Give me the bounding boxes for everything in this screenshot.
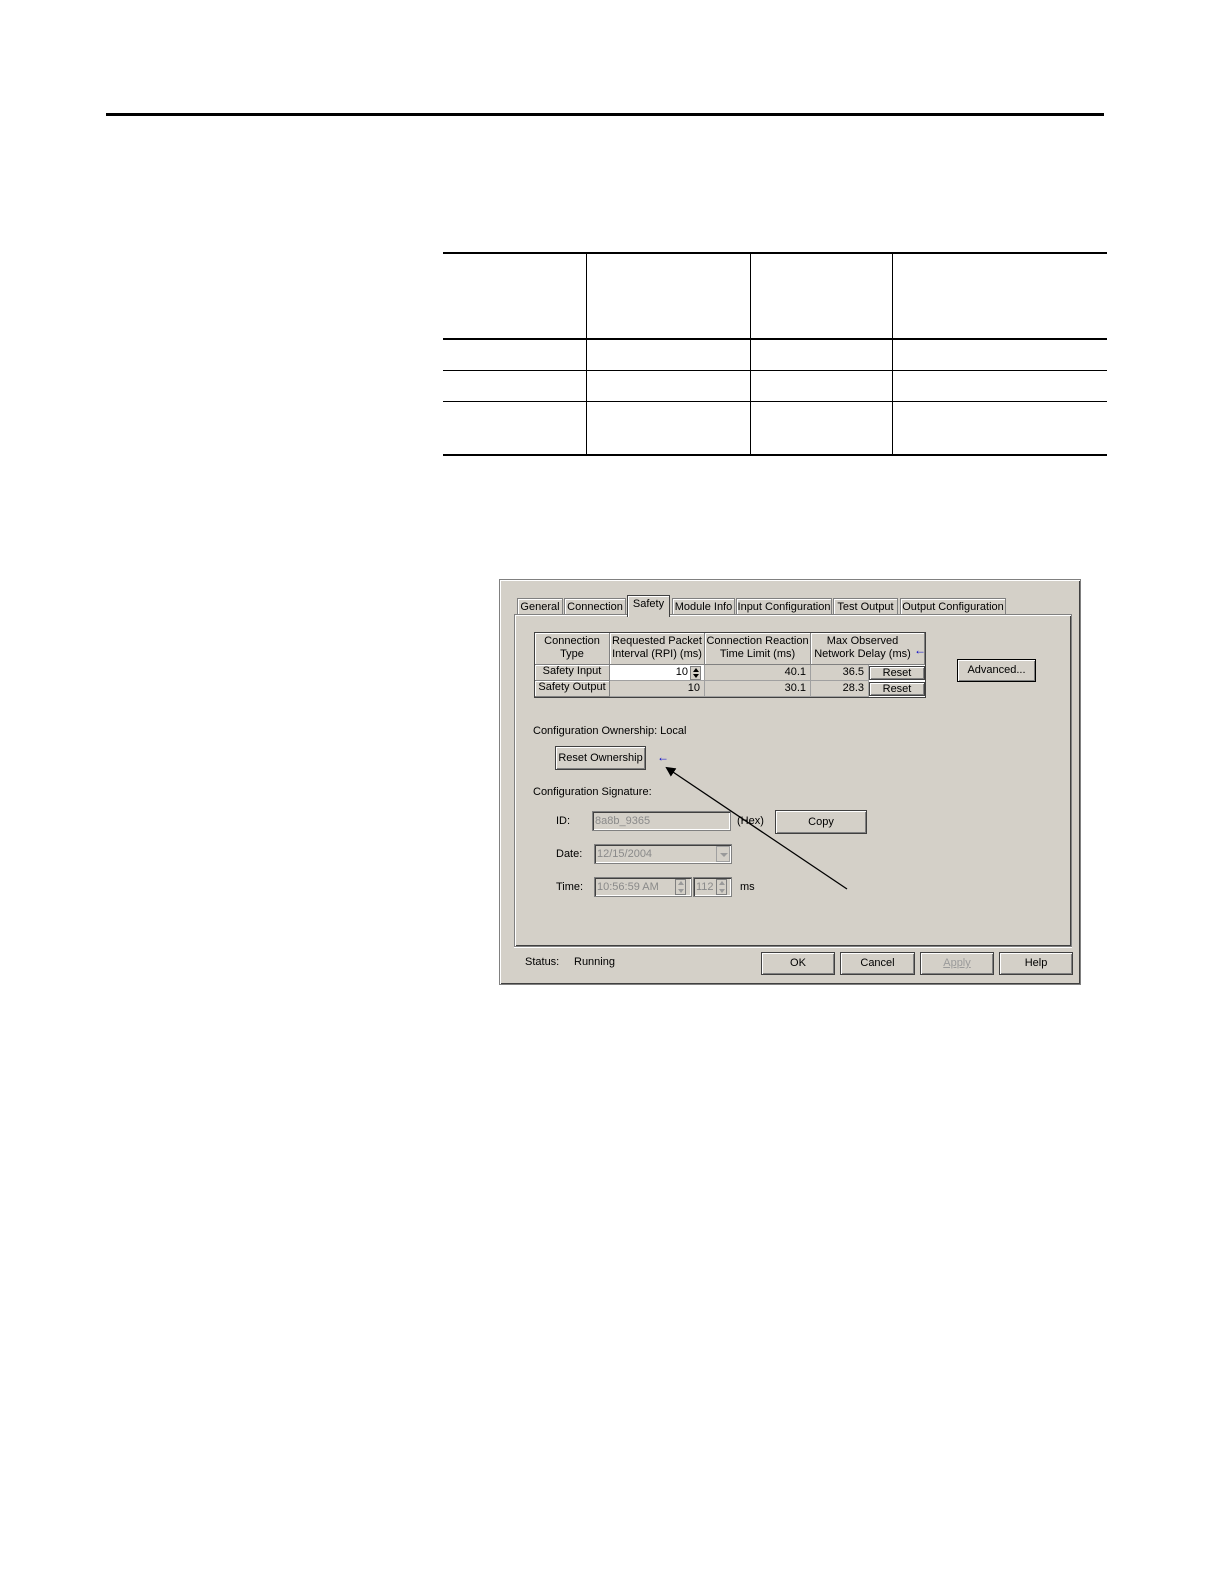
table-rule-row	[443, 370, 1107, 371]
table-rule-row	[443, 401, 1107, 402]
document-table	[443, 252, 1107, 456]
status-value: Running	[574, 956, 615, 968]
table-col-divider	[586, 254, 587, 456]
help-button[interactable]: Help	[999, 952, 1073, 975]
table-col-divider	[892, 254, 893, 456]
top-rule	[106, 113, 1104, 116]
status-separator	[514, 946, 1072, 948]
table-rule-bottom	[443, 454, 1107, 456]
table-col-divider	[750, 254, 751, 456]
tab-safety[interactable]: Safety	[627, 595, 670, 617]
module-properties-dialog: General Connection Safety Module Info In…	[499, 579, 1081, 985]
callout-arrow	[665, 766, 848, 890]
status-label: Status:	[525, 956, 560, 968]
apply-button[interactable]: Apply	[920, 952, 994, 975]
cancel-button[interactable]: Cancel	[840, 952, 915, 975]
ok-button[interactable]: OK	[761, 952, 835, 975]
apply-button-label: Apply	[943, 957, 971, 969]
table-rule-header	[443, 338, 1107, 340]
table-rule-top	[443, 252, 1107, 254]
